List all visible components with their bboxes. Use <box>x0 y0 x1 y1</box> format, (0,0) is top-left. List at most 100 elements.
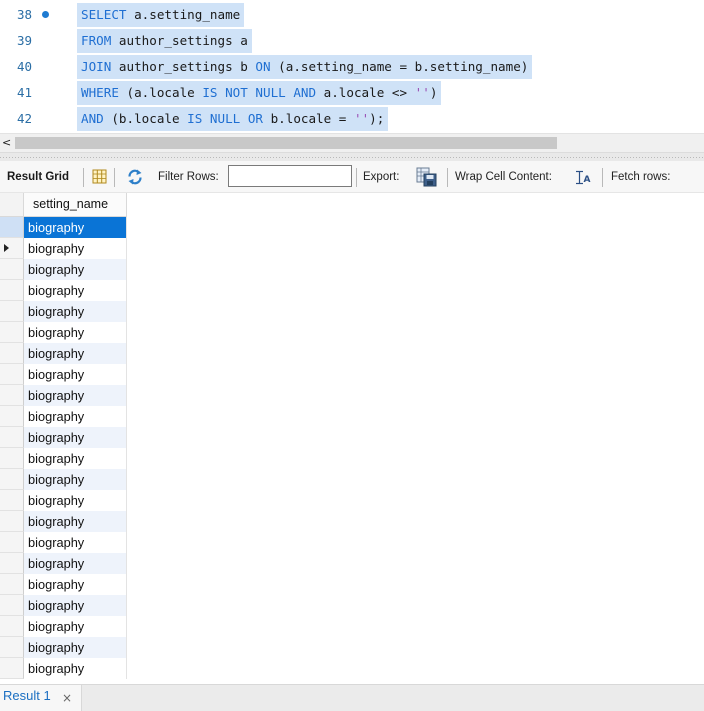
sql-text: ) <box>429 85 438 100</box>
table-row[interactable]: biography <box>0 427 127 448</box>
row-indicator[interactable] <box>0 574 24 595</box>
code-text[interactable]: AND (b.locale IS NULL OR b.locale = ''); <box>77 107 389 131</box>
grid-cell-setting-name[interactable]: biography <box>24 364 127 385</box>
row-indicator[interactable] <box>0 406 24 427</box>
grid-cell-setting-name[interactable]: biography <box>24 490 127 511</box>
row-indicator[interactable] <box>0 385 24 406</box>
row-indicator[interactable] <box>0 637 24 658</box>
grid-cell-setting-name[interactable]: biography <box>24 217 127 238</box>
grid-cell-setting-name[interactable]: biography <box>24 280 127 301</box>
grid-cell-setting-name[interactable]: biography <box>24 469 127 490</box>
grid-cell-setting-name[interactable]: biography <box>24 259 127 280</box>
table-row[interactable]: biography <box>0 301 127 322</box>
table-row[interactable]: biography <box>0 343 127 364</box>
grid-cell-setting-name[interactable]: biography <box>24 322 127 343</box>
filter-rows-input[interactable] <box>228 165 352 187</box>
sql-editor[interactable]: 38 SELECT a.setting_name 39 FROM author_… <box>0 0 704 133</box>
column-header-setting-name[interactable]: setting_name <box>24 193 127 217</box>
row-indicator[interactable] <box>0 532 24 553</box>
table-row[interactable]: biography <box>0 364 127 385</box>
sql-text: a.locale <> <box>316 85 415 100</box>
grid-cell-setting-name[interactable]: biography <box>24 385 127 406</box>
sql-string: '' <box>414 85 430 100</box>
code-line-40[interactable]: 40 JOIN author_settings b ON (a.setting_… <box>0 54 704 80</box>
row-indicator[interactable] <box>0 595 24 616</box>
table-row[interactable]: biography <box>0 553 127 574</box>
table-row[interactable]: biography <box>0 532 127 553</box>
code-text[interactable]: JOIN author_settings b ON (a.setting_nam… <box>77 55 533 79</box>
close-icon[interactable]: × <box>62 689 72 707</box>
row-indicator[interactable] <box>0 448 24 469</box>
grid-corner[interactable] <box>0 193 24 217</box>
row-indicator[interactable] <box>0 343 24 364</box>
row-indicator[interactable] <box>0 469 24 490</box>
table-row[interactable]: biography <box>0 469 127 490</box>
panel-splitter[interactable] <box>0 153 704 161</box>
table-row[interactable]: biography <box>0 385 127 406</box>
row-indicator[interactable] <box>0 658 24 679</box>
row-indicator[interactable] <box>0 364 24 385</box>
result-grid[interactable]: setting_name biography biography biography… <box>0 193 704 684</box>
code-line-39[interactable]: 39 FROM author_settings a <box>0 28 704 54</box>
code-line-38[interactable]: 38 SELECT a.setting_name <box>0 2 704 28</box>
row-indicator[interactable] <box>0 427 24 448</box>
tab-result-1[interactable]: Result 1 × <box>0 685 82 711</box>
table-row[interactable]: biography <box>0 448 127 469</box>
line-number: 40 <box>17 59 33 74</box>
wrap-cell-content-label: Wrap Cell Content: <box>455 171 552 183</box>
grid-cell-setting-name[interactable]: biography <box>24 406 127 427</box>
scroll-left-icon[interactable]: < <box>2 136 11 150</box>
table-row[interactable]: biography <box>0 637 127 658</box>
row-indicator[interactable] <box>0 238 24 259</box>
table-row[interactable]: biography <box>0 406 127 427</box>
scrollbar-thumb[interactable] <box>15 137 557 149</box>
code-text[interactable]: SELECT a.setting_name <box>77 3 245 27</box>
refresh-icon[interactable] <box>126 168 144 186</box>
grid-view-icon[interactable] <box>92 169 107 184</box>
grid-cell-setting-name[interactable]: biography <box>24 448 127 469</box>
grid-cell-setting-name[interactable]: biography <box>24 301 127 322</box>
grid-cell-setting-name[interactable]: biography <box>24 238 127 259</box>
grid-cell-setting-name[interactable]: biography <box>24 532 127 553</box>
line-number: 38 <box>17 7 33 22</box>
code-text[interactable]: WHERE (a.locale IS NOT NULL AND a.locale… <box>77 81 442 105</box>
row-indicator[interactable] <box>0 301 24 322</box>
export-icon[interactable] <box>416 167 437 187</box>
row-indicator[interactable] <box>0 511 24 532</box>
result-grid-label[interactable]: Result Grid <box>7 170 69 184</box>
table-row[interactable]: biography <box>0 259 127 280</box>
grid-cell-setting-name[interactable]: biography <box>24 595 127 616</box>
table-row[interactable]: biography <box>0 217 127 238</box>
table-row[interactable]: biography <box>0 280 127 301</box>
tab-label: Result 1 <box>3 688 51 703</box>
horizontal-scrollbar[interactable]: < <box>0 133 704 153</box>
grid-cell-setting-name[interactable]: biography <box>24 616 127 637</box>
wrap-text-icon[interactable]: A <box>575 170 591 185</box>
grid-cell-setting-name[interactable]: biography <box>24 553 127 574</box>
table-row[interactable]: biography <box>0 238 127 259</box>
table-row[interactable]: biography <box>0 616 127 637</box>
code-line-41[interactable]: 41 WHERE (a.locale IS NOT NULL AND a.loc… <box>0 80 704 106</box>
table-row[interactable]: biography <box>0 595 127 616</box>
sql-text: a.setting_name <box>126 7 241 22</box>
row-indicator[interactable] <box>0 616 24 637</box>
row-indicator[interactable] <box>0 217 24 238</box>
grid-cell-setting-name[interactable]: biography <box>24 574 127 595</box>
row-indicator[interactable] <box>0 553 24 574</box>
row-indicator[interactable] <box>0 280 24 301</box>
grid-cell-setting-name[interactable]: biography <box>24 427 127 448</box>
row-indicator[interactable] <box>0 490 24 511</box>
table-row[interactable]: biography <box>0 490 127 511</box>
row-indicator[interactable] <box>0 259 24 280</box>
table-row[interactable]: biography <box>0 658 127 679</box>
code-text[interactable]: FROM author_settings a <box>77 29 252 53</box>
code-line-42[interactable]: 42 AND (b.locale IS NULL OR b.locale = '… <box>0 106 704 132</box>
grid-cell-setting-name[interactable]: biography <box>24 658 127 679</box>
table-row[interactable]: biography <box>0 574 127 595</box>
grid-cell-setting-name[interactable]: biography <box>24 343 127 364</box>
row-indicator[interactable] <box>0 322 24 343</box>
grid-cell-setting-name[interactable]: biography <box>24 637 127 658</box>
table-row[interactable]: biography <box>0 322 127 343</box>
table-row[interactable]: biography <box>0 511 127 532</box>
grid-cell-setting-name[interactable]: biography <box>24 511 127 532</box>
